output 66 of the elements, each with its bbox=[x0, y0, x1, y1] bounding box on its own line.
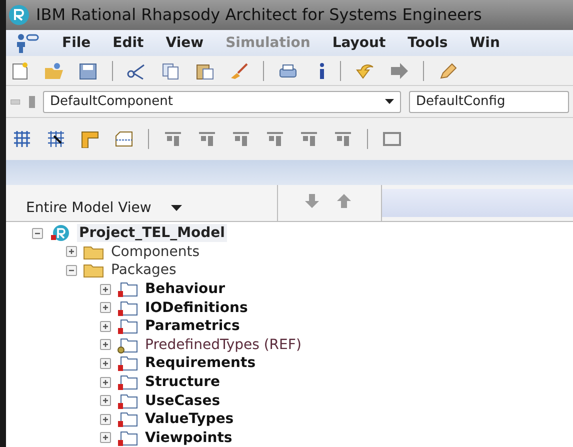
tree-item[interactable]: Viewpoints bbox=[145, 428, 232, 447]
tree-item[interactable]: Parametrics bbox=[145, 317, 240, 336]
expand-icon[interactable] bbox=[66, 246, 77, 258]
package-icon bbox=[117, 336, 139, 354]
new-file-icon[interactable] bbox=[10, 62, 30, 80]
package-icon bbox=[117, 373, 139, 392]
copy-icon[interactable] bbox=[161, 62, 181, 80]
align-top-icon[interactable] bbox=[163, 130, 183, 148]
page-icon[interactable] bbox=[114, 130, 134, 148]
package-icon bbox=[117, 298, 139, 317]
view-selector[interactable]: Entire Model View bbox=[26, 198, 152, 218]
expand-icon[interactable] bbox=[100, 302, 111, 314]
brush-icon[interactable] bbox=[229, 62, 249, 80]
package-icon bbox=[117, 410, 139, 428]
save-icon[interactable] bbox=[78, 62, 98, 80]
tree-item[interactable]: Packages bbox=[111, 261, 176, 280]
up-arrow-icon[interactable] bbox=[336, 193, 352, 209]
scissors-icon[interactable] bbox=[127, 62, 147, 80]
paste-icon[interactable] bbox=[195, 62, 215, 80]
redo-icon[interactable] bbox=[389, 62, 409, 80]
dropdown-value: DefaultConfig bbox=[416, 92, 506, 111]
package-icon bbox=[117, 354, 139, 372]
pencil-icon[interactable] bbox=[438, 62, 458, 80]
expand-icon[interactable] bbox=[100, 432, 111, 444]
package-icon bbox=[117, 317, 139, 336]
tree-item[interactable]: Behaviour bbox=[145, 280, 225, 298]
configuration-dropdown[interactable]: DefaultConfig bbox=[409, 90, 569, 112]
menu-item[interactable]: Tools bbox=[408, 32, 448, 54]
expand-icon[interactable] bbox=[100, 339, 111, 350]
menu-item[interactable]: Layout bbox=[332, 32, 386, 54]
expand-icon[interactable] bbox=[100, 320, 111, 332]
expand-icon[interactable] bbox=[100, 395, 111, 406]
person-icon[interactable] bbox=[14, 33, 40, 53]
caret-icon bbox=[385, 99, 394, 104]
tree-item[interactable]: Components bbox=[111, 242, 200, 261]
printer-icon[interactable] bbox=[278, 62, 298, 80]
expand-icon[interactable] bbox=[100, 284, 111, 295]
package-icon bbox=[117, 392, 139, 410]
menu-item[interactable]: Win bbox=[470, 32, 500, 54]
tree-item[interactable]: UseCases bbox=[145, 392, 220, 410]
expand-icon[interactable] bbox=[100, 414, 111, 425]
menu-item[interactable]: View bbox=[166, 32, 204, 54]
dropdown-value: DefaultComponent bbox=[50, 92, 173, 111]
package-icon bbox=[117, 280, 139, 298]
expand-icon[interactable] bbox=[100, 358, 111, 369]
tree-item[interactable]: PredefinedTypes (REF) bbox=[145, 336, 302, 354]
tree-item[interactable]: Project_TEL_Model bbox=[77, 224, 227, 242]
open-folder-icon[interactable] bbox=[44, 62, 64, 80]
caret-icon[interactable] bbox=[171, 205, 182, 211]
down-arrow-icon[interactable] bbox=[304, 193, 320, 209]
collapse-icon[interactable] bbox=[32, 228, 43, 239]
menu-item[interactable]: Edit bbox=[112, 32, 144, 54]
grid-pointer-icon[interactable] bbox=[46, 130, 66, 148]
undo-icon[interactable] bbox=[355, 62, 375, 80]
component-dropdown[interactable]: DefaultComponent bbox=[43, 90, 401, 112]
window-title: IBM Rational Rhapsody Architect for Systems Engineers bbox=[36, 4, 482, 26]
tree-item[interactable]: IODefinitions bbox=[145, 298, 248, 317]
app-logo-icon bbox=[8, 4, 30, 26]
expand-icon[interactable] bbox=[100, 376, 111, 388]
collapse-icon[interactable] bbox=[66, 264, 77, 276]
menu-item[interactable]: File bbox=[62, 32, 91, 54]
tree-item[interactable]: Requirements bbox=[145, 354, 256, 372]
corner-icon[interactable] bbox=[80, 130, 100, 148]
tree-item[interactable]: Structure bbox=[145, 373, 220, 392]
tree-item[interactable]: ValueTypes bbox=[145, 410, 234, 428]
grid-icon[interactable] bbox=[12, 130, 32, 148]
